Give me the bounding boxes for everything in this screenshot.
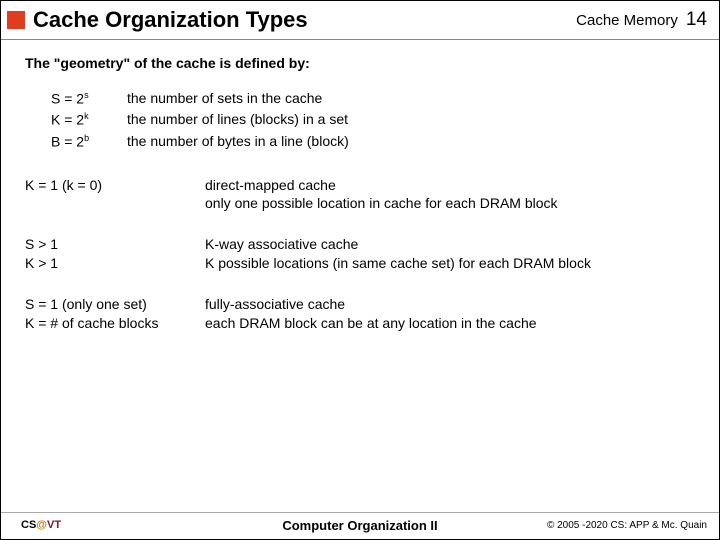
cache-type-condition: S = 1 (only one set) K = # of cache bloc…: [25, 295, 205, 333]
footer-right: © 2005 -2020 CS: APP & Mc. Quain: [547, 520, 707, 531]
cache-type-desc: fully-associative cache each DRAM block …: [205, 295, 695, 333]
geometry-desc: the number of bytes in a line (block): [127, 132, 349, 152]
geom-sup: k: [84, 111, 89, 121]
geometry-lhs: B = 2b: [51, 132, 127, 152]
geometry-row: S = 2s the number of sets in the cache: [51, 89, 695, 109]
intro-text: The "geometry" of the cache is defined b…: [25, 54, 695, 73]
geom-base: S = 2: [51, 91, 84, 107]
geometry-lhs: K = 2k: [51, 110, 127, 130]
slide-footer: CS@VT Computer Organization II © 2005 -2…: [1, 519, 719, 531]
condition-line: S = 1 (only one set): [25, 295, 205, 314]
desc-line: K possible locations (in same cache set)…: [205, 254, 695, 273]
desc-line: each DRAM block can be at any location i…: [205, 314, 695, 333]
geometry-row: K = 2k the number of lines (blocks) in a…: [51, 110, 695, 130]
slide: Cache Organization Types Cache Memory 14…: [0, 0, 720, 540]
condition-line: S > 1: [25, 235, 205, 254]
geometry-lhs: S = 2s: [51, 89, 127, 109]
geom-base: K = 2: [51, 112, 84, 128]
geom-base: B = 2: [51, 134, 84, 150]
footer-cs: CS: [21, 519, 36, 531]
cache-type-block: S > 1 K > 1 K-way associative cache K po…: [25, 235, 695, 273]
geometry-desc: the number of lines (blocks) in a set: [127, 110, 348, 130]
geom-sup: s: [84, 90, 89, 100]
geometry-desc: the number of sets in the cache: [127, 89, 322, 109]
condition-line: K = # of cache blocks: [25, 314, 205, 333]
footer-center: Computer Organization II: [282, 518, 437, 533]
desc-line: only one possible location in cache for …: [205, 194, 695, 213]
slide-content: The "geometry" of the cache is defined b…: [1, 40, 719, 333]
cache-type-block: S = 1 (only one set) K = # of cache bloc…: [25, 295, 695, 333]
section-label: Cache Memory: [576, 12, 678, 29]
slide-header: Cache Organization Types Cache Memory 14: [1, 1, 719, 37]
footer-vt: VT: [47, 519, 61, 531]
footer-at: @: [36, 519, 47, 531]
cache-type-desc: K-way associative cache K possible locat…: [205, 235, 695, 273]
desc-line: fully-associative cache: [205, 295, 695, 314]
desc-line: K-way associative cache: [205, 235, 695, 254]
page-number: 14: [686, 9, 707, 31]
condition-line: K > 1: [25, 254, 205, 273]
cache-type-condition: S > 1 K > 1: [25, 235, 205, 273]
desc-line: direct-mapped cache: [205, 176, 695, 195]
accent-square-icon: [7, 11, 25, 29]
geometry-row: B = 2b the number of bytes in a line (bl…: [51, 132, 695, 152]
footer-left: CS@VT: [21, 519, 61, 531]
slide-title: Cache Organization Types: [33, 7, 576, 33]
condition-line: K = 1 (k = 0): [25, 176, 205, 195]
geom-sup: b: [84, 133, 89, 143]
cache-type-block: K = 1 (k = 0) direct-mapped cache only o…: [25, 176, 695, 214]
geometry-table: S = 2s the number of sets in the cache K…: [51, 89, 695, 152]
cache-type-desc: direct-mapped cache only one possible lo…: [205, 176, 695, 214]
footer-divider: [1, 512, 719, 513]
cache-type-condition: K = 1 (k = 0): [25, 176, 205, 214]
